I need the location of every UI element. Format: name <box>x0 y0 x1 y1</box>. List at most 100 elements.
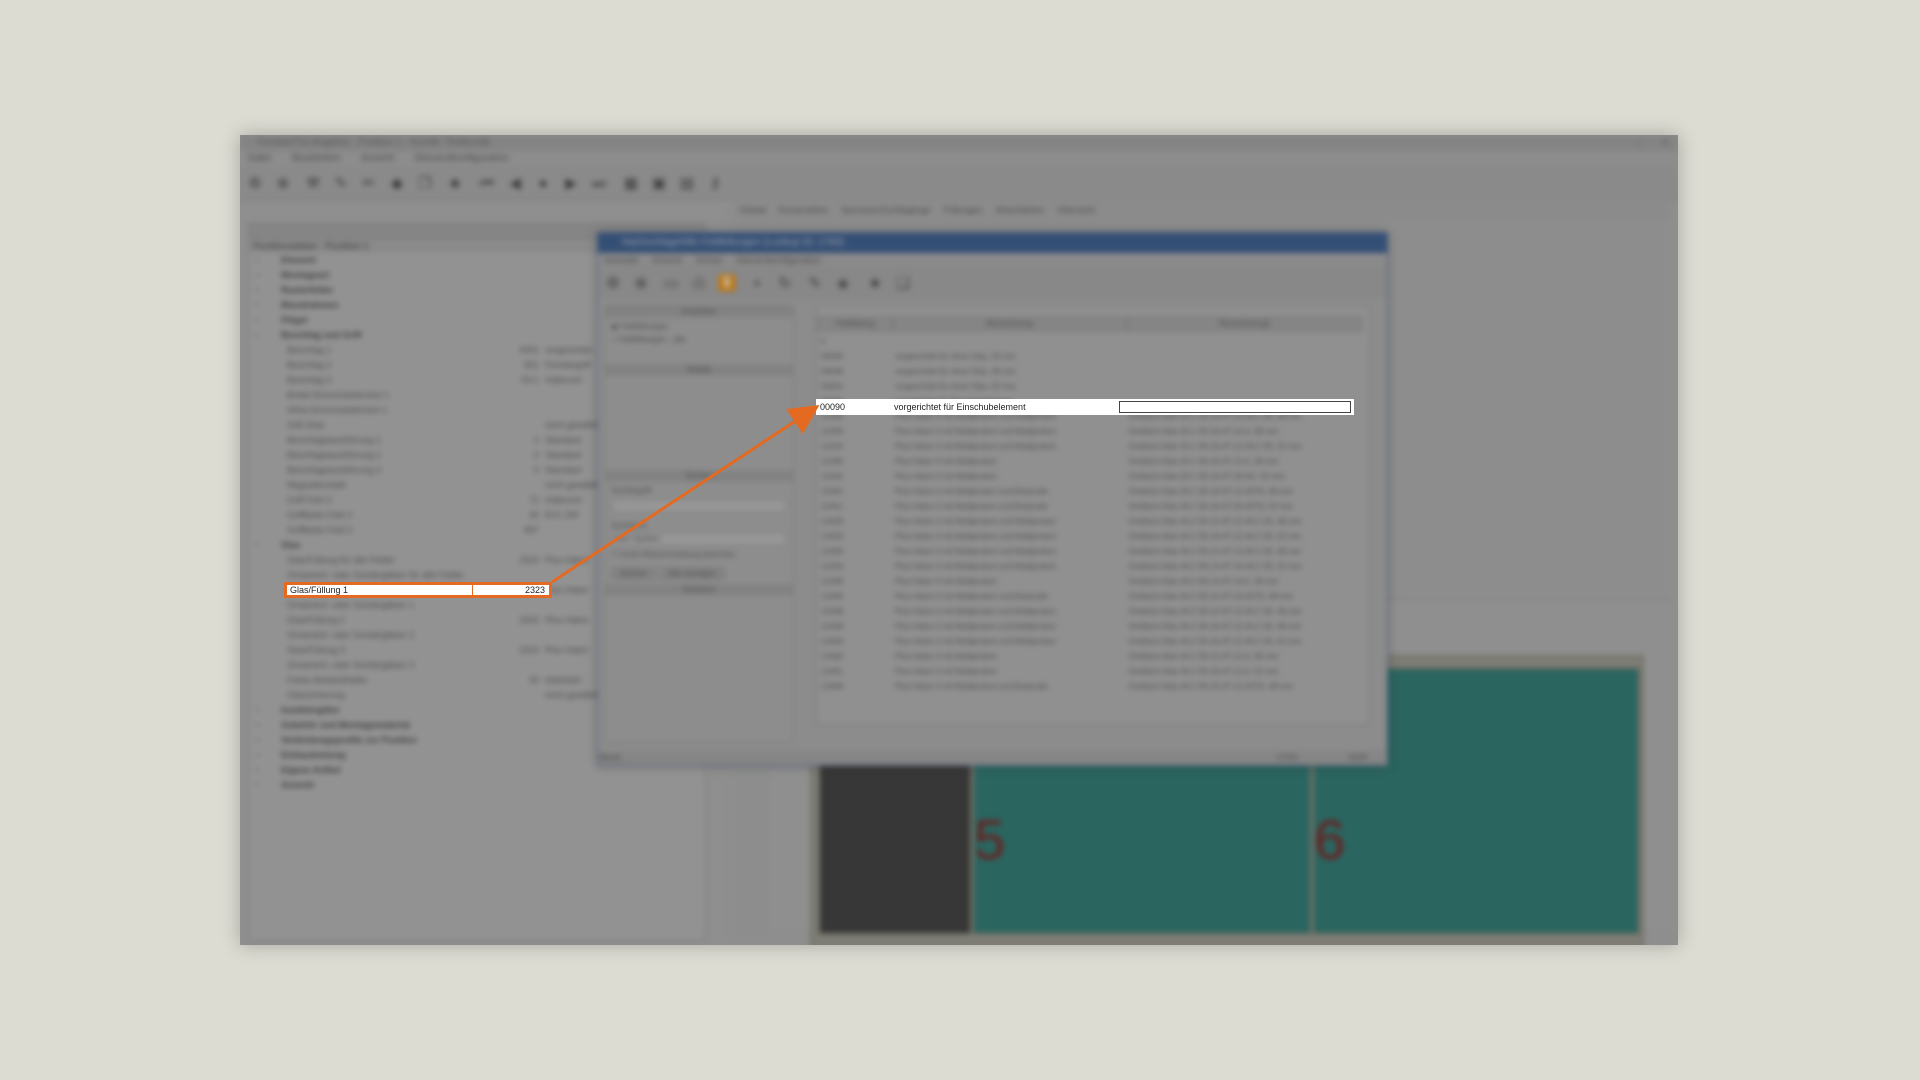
table-row[interactable]: 12449 Plus Halon 3 mit Multiprotect und B… <box>817 589 1357 604</box>
table-row[interactable]: 12469 Plus Halon 3 mit Multiprotect und B… <box>817 679 1357 694</box>
stop-icon[interactable]: ⊗ <box>630 273 652 295</box>
menu-bearbeiten[interactable]: Bearbeiten <box>292 153 340 164</box>
first-icon[interactable]: ⏮ <box>476 173 498 195</box>
section-ansichten[interactable]: Ansichten <box>605 306 793 318</box>
table-row[interactable]: 11434 Plus Halon 3 mit Multiprotect und M… <box>817 439 1357 454</box>
expand-icon[interactable]: + <box>255 328 260 343</box>
table-row[interactable]: 12428 Plus Halon 3 mit Multiprotect und M… <box>817 514 1357 529</box>
expand-icon[interactable]: + <box>255 268 260 283</box>
filter-icon[interactable]: ⏬ <box>716 273 738 295</box>
refresh-icon[interactable]: ↻ <box>774 273 796 295</box>
expand-icon[interactable]: + <box>255 703 260 718</box>
dlg-menu-auswahl[interactable]: Auswahl <box>604 255 638 265</box>
table-row[interactable]: 12460 Plus Halon 3 mit Multiprotect Dreifa… <box>817 649 1357 664</box>
dlg-menu-extras[interactable]: Extras <box>697 255 723 265</box>
section-sortieren[interactable]: Sortieren <box>605 584 793 596</box>
expand-icon[interactable]: + <box>255 298 260 313</box>
expand-icon[interactable]: + <box>255 778 260 793</box>
table-row[interactable]: 00052 vorgerichtet für ohne Glas, 52 mm <box>817 379 1357 394</box>
book-icon[interactable]: ◈ <box>832 273 854 295</box>
column-header-bezeichnung[interactable]: Bezeichnung <box>893 316 1127 332</box>
radio-feldfuellungen-alle[interactable]: ○ Feldfüllungen - alle <box>605 335 793 364</box>
table-row[interactable]: 00048 vorgerichtet für ohne Glas, 48 mm <box>817 364 1357 379</box>
table-row[interactable]: 11448 Plus Halon 3 mit Multiprotect Dreifa… <box>817 454 1357 469</box>
case-checkbox[interactable]: ☐ Groß-/Kleinschreibung beachten <box>605 546 793 563</box>
suchen-button[interactable]: Suchen <box>611 567 657 580</box>
property-value[interactable]: 0 <box>469 463 539 478</box>
monitor-icon[interactable]: ▤ <box>676 173 698 195</box>
expand-icon[interactable]: + <box>255 763 260 778</box>
property-value[interactable]: 0 <box>469 448 539 463</box>
table-row[interactable]: 11450 Plus Halon 3 mit Multiprotect und B… <box>817 484 1357 499</box>
menu-datei[interactable]: Datei <box>248 153 271 164</box>
menu-ansicht[interactable]: Ansicht <box>361 153 394 164</box>
table-row[interactable]: 11444 Plus Halon 3 mit Multiprotect Dreifa… <box>817 469 1357 484</box>
table-row[interactable]: 11439 Plus Halon 3 mit Multiprotect und M… <box>817 424 1357 439</box>
table-row[interactable]: 12434 Plus Halon 3 mit Multiprotect und M… <box>817 559 1357 574</box>
section-details[interactable]: Details <box>605 364 793 376</box>
suchen-in-select[interactable]: allen Spalten <box>611 532 787 546</box>
wand-icon[interactable]: ✎ <box>330 173 352 195</box>
radio-feldfuellungen[interactable]: ◉ Feldfüllungen <box>605 318 793 335</box>
expand-icon[interactable]: + <box>255 748 260 763</box>
star-icon[interactable]: ★ <box>864 273 886 295</box>
property-value[interactable]: 2323 <box>469 553 539 568</box>
menu-elementkonfiguration[interactable]: Elementkonfiguration <box>415 153 509 164</box>
last-icon[interactable]: ⏭ <box>588 173 610 195</box>
step-uebersicht[interactable]: Übersicht <box>1057 205 1095 215</box>
key-icon[interactable]: ⚷ <box>704 173 726 195</box>
blank-icon[interactable]: ▭ <box>660 273 682 295</box>
step-sprossen[interactable]: Sprossen/Zu/Abgänge <box>841 205 931 215</box>
pencil-icon[interactable]: ✏ <box>358 173 380 195</box>
section-suchen[interactable]: Suchen <box>605 470 793 482</box>
settings-icon[interactable]: ⚙ <box>602 273 624 295</box>
copy-icon[interactable]: ❐ <box>414 173 436 195</box>
search-input[interactable] <box>611 499 787 513</box>
property-value[interactable]: 72 <box>469 493 539 508</box>
selected-row-edit-cell[interactable] <box>1119 401 1351 413</box>
gem-icon[interactable]: ◆ <box>386 173 408 195</box>
grid-icon[interactable]: ▦ <box>620 173 642 195</box>
step-konstruktion[interactable]: Konstruktion <box>779 205 829 215</box>
table-row[interactable]: 0 <box>817 334 1357 349</box>
edit-icon[interactable]: ✎ <box>804 273 826 295</box>
property-value[interactable]: 30 <box>469 508 539 523</box>
expand-icon[interactable]: + <box>255 733 260 748</box>
record-icon[interactable]: ● <box>532 173 554 195</box>
table-row[interactable]: 00035 vorgerichtet für ohne Glas, 35 mm <box>817 349 1357 364</box>
minimize-icon[interactable]: – <box>1626 135 1652 151</box>
stop-icon[interactable]: ⊗ <box>272 173 294 195</box>
table-row[interactable]: 12438 Plus Halon 3 mit Multiprotect und M… <box>817 604 1357 619</box>
property-value[interactable]: 2323 <box>469 613 539 628</box>
table-row[interactable]: 12429 Plus Halon 3 mit Multiprotect und M… <box>817 529 1357 544</box>
alle-anzeigen-button[interactable]: Alle anzeigen <box>659 567 726 580</box>
save-icon[interactable]: ▪ <box>746 273 768 295</box>
close-icon[interactable]: ✕ <box>1652 135 1678 151</box>
property-value[interactable]: 2323 <box>469 643 539 658</box>
property-value[interactable]: 4401 <box>469 343 539 358</box>
step-fuellungen[interactable]: Füllungen <box>943 205 983 215</box>
expand-icon[interactable]: + <box>255 313 260 328</box>
table-row[interactable]: 12434 Plus Halon 3 mit Multiprotect und M… <box>817 634 1357 649</box>
step-abschliessen[interactable]: Abschließen <box>995 205 1045 215</box>
image-icon[interactable]: ▣ <box>648 173 670 195</box>
table-row[interactable]: 12430 Plus Halon 3 mit Multiprotect und M… <box>817 544 1357 559</box>
prev-icon[interactable]: ◀ <box>504 173 526 195</box>
step-global[interactable]: Global <box>740 205 766 215</box>
selected-row-00090[interactable]: 00090 vorgerichtet für Einschubelement <box>816 399 1354 415</box>
next-icon[interactable]: ▶ <box>560 173 582 195</box>
table-row[interactable]: 12439 Plus Halon 3 mit Multiprotect und M… <box>817 619 1357 634</box>
document-icon[interactable]: ❏ <box>892 273 914 295</box>
tools-icon[interactable]: ⚒ <box>302 173 324 195</box>
column-header-bezeichnung2[interactable]: Bezeichnung2 <box>1127 316 1363 332</box>
table-row[interactable]: 12461 Plus Halon 3 mit Multiprotect Dreifa… <box>817 664 1357 679</box>
property-value[interactable]: 901 <box>469 358 539 373</box>
expand-icon[interactable]: + <box>255 253 260 268</box>
expand-icon[interactable]: + <box>255 718 260 733</box>
settings-icon[interactable]: ⚙ <box>244 173 266 195</box>
property-value[interactable]: 0 <box>469 433 539 448</box>
dlg-menu-elementkonfiguration[interactable]: Elementkonfiguration <box>737 255 822 265</box>
property-value[interactable]: 03-1 <box>469 373 539 388</box>
dlg-menu-ansicht[interactable]: Ansicht <box>653 255 683 265</box>
expand-icon[interactable]: + <box>255 283 260 298</box>
